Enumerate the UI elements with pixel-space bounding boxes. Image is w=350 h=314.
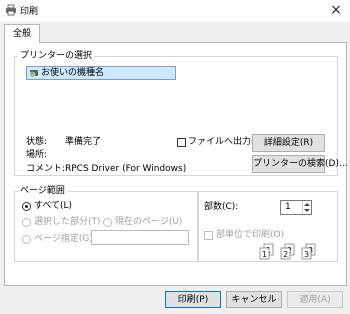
printer-list-item-selected[interactable]: お使いの機種名 [27,67,175,79]
collate-page-label: 3 [304,250,309,259]
copies-value[interactable]: 1 [285,202,291,213]
status-label: 状態: [26,137,48,147]
copies-stepper[interactable]: 1 [280,200,312,215]
all-pages-label[interactable]: すべて(L) [34,201,72,212]
current-page-radio[interactable] [103,218,112,227]
printer-name: お使いの機種名 [41,68,105,78]
page-range-legend: ページ範囲 [18,186,67,196]
find-printer-button[interactable]: プリンターの検索(D)... [252,155,348,173]
printer-icon [6,4,16,16]
page-range-radio[interactable] [22,235,31,244]
printer-list[interactable]: お使いの機種名 [26,66,176,80]
default-printer-icon [29,70,38,78]
location-label: 場所: [26,150,48,160]
window-title: 印刷 [20,7,39,17]
collate-page-label: 2 [283,250,288,259]
printer-select-legend: プリンターの選択 [18,51,95,61]
collate-label[interactable]: 部単位で印刷(O) [216,230,284,241]
current-page-label[interactable]: 現在のページ(U) [115,217,182,228]
page-range-input[interactable] [91,230,189,245]
spin-up-icon[interactable] [304,203,310,206]
spin-arrows[interactable] [302,201,311,214]
selection-label[interactable]: 選択した部分(T) [34,217,101,228]
print-button[interactable]: 印刷(P) [165,291,221,308]
comment-label: コメント: [26,164,66,174]
all-pages-radio[interactable] [22,202,31,211]
tab-label: 全般 [12,29,31,39]
spin-down-icon[interactable] [304,209,310,212]
copies-label: 部数(C): [204,202,239,212]
preferences-button[interactable]: 詳細設定(R) [252,134,325,152]
close-button[interactable]: × [326,1,346,19]
page-range-label[interactable]: ページ指定(G): [34,234,96,245]
status-value: 準備完了 [65,137,102,147]
collate-checkbox[interactable] [204,231,213,240]
collate-page-label: 1 [262,250,267,259]
cancel-button[interactable]: キャンセル [226,291,282,308]
tab-general[interactable]: 全般 [4,24,40,43]
comment-value: RPCS Driver (For Windows) [65,164,187,174]
title-bar [0,0,350,22]
apply-button[interactable]: 適用(A) [287,291,343,308]
collate-preview-icon: 1 1 2 2 3 3 [259,243,316,260]
print-to-file-checkbox[interactable] [177,138,186,147]
selection-radio[interactable] [22,218,31,227]
